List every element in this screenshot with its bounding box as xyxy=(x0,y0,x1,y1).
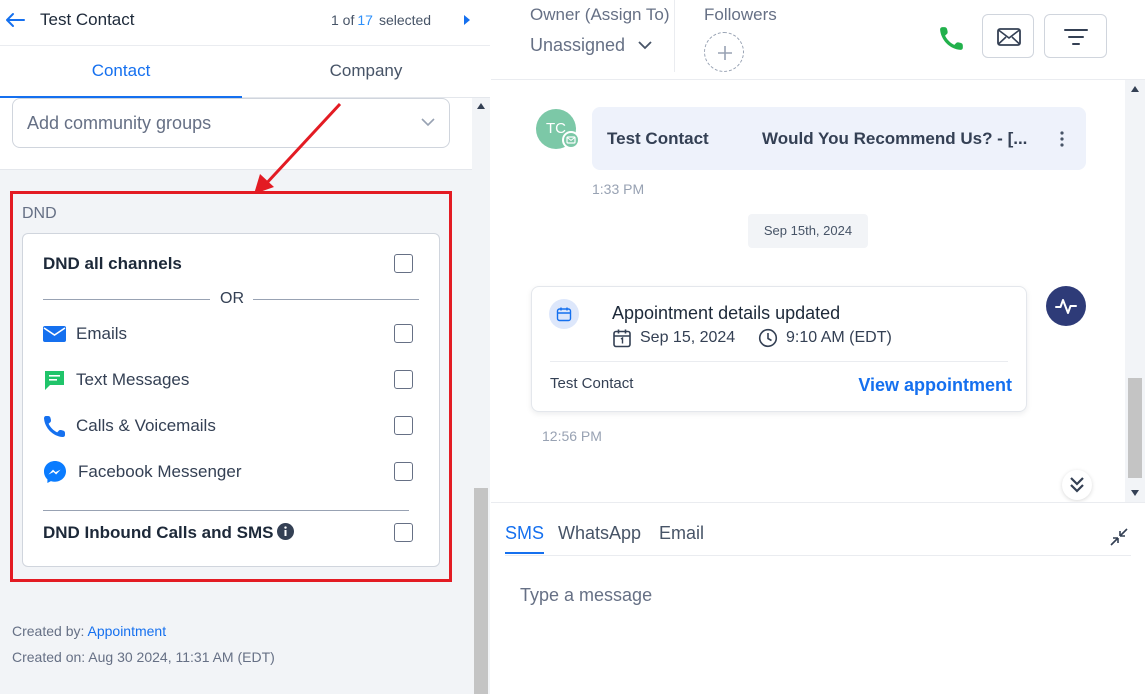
appointment-card: Appointment details updated Sep 15, 2024… xyxy=(531,286,1027,412)
kebab-menu-icon[interactable] xyxy=(1054,129,1070,149)
appointment-contact: Test Contact xyxy=(550,375,634,392)
selected-count: 17 xyxy=(357,12,373,28)
followers-label: Followers xyxy=(704,5,777,24)
tab-contact[interactable]: Contact xyxy=(0,46,242,98)
created-on-value: Aug 30 2024, 11:31 AM (EDT) xyxy=(88,649,275,665)
appointment-title: Appointment details updated xyxy=(612,303,841,323)
message-input[interactable] xyxy=(505,575,1125,615)
dnd-channel-label: Calls & Voicemails xyxy=(76,416,216,435)
email-badge-icon xyxy=(562,131,580,149)
activity-icon[interactable] xyxy=(1046,286,1086,326)
facebook-messenger-checkbox[interactable] xyxy=(394,462,413,481)
filter-button[interactable] xyxy=(1044,14,1107,58)
community-groups-select[interactable]: Add community groups xyxy=(12,98,450,148)
view-appointment-link[interactable]: View appointment xyxy=(858,375,1012,396)
contact-topbar: Test Contact 1 of 17 selected xyxy=(0,0,490,46)
dnd-section-label: DND xyxy=(22,205,57,222)
community-section: Add community groups xyxy=(0,98,472,170)
dnd-inbound-label: DND Inbound Calls and SMS xyxy=(43,523,274,542)
back-arrow-icon[interactable] xyxy=(4,10,26,30)
dnd-inbound-checkbox[interactable] xyxy=(394,523,413,542)
tab-sms[interactable]: SMS xyxy=(505,523,545,554)
appointment-timestamp: 12:56 PM xyxy=(542,428,602,444)
emails-checkbox[interactable] xyxy=(394,324,413,343)
chevron-down-icon[interactable] xyxy=(638,40,652,50)
mail-icon xyxy=(997,28,1021,46)
dnd-all-channels-row: DND all channels xyxy=(43,250,419,278)
calendar-date-icon xyxy=(613,329,631,348)
next-record-icon[interactable] xyxy=(462,14,472,26)
scroll-down-icon[interactable] xyxy=(1130,489,1140,497)
details-tabs: Contact Company xyxy=(0,46,490,98)
scroll-up-icon[interactable] xyxy=(1130,85,1140,93)
tab-email[interactable]: Email xyxy=(659,523,704,552)
dnd-channel-facebook-messenger: Facebook Messenger xyxy=(43,458,419,486)
details-scrollbar-thumb[interactable] xyxy=(474,488,488,694)
info-icon[interactable] xyxy=(277,523,295,540)
dnd-all-channels-label: DND all channels xyxy=(43,254,182,273)
email-button[interactable] xyxy=(982,14,1034,58)
dnd-card: DND all channels OR Emails Text Messages… xyxy=(22,233,440,567)
message-composer: SMS WhatsApp Email xyxy=(491,502,1145,694)
tab-company[interactable]: Company xyxy=(245,46,487,98)
tab-whatsapp[interactable]: WhatsApp xyxy=(558,523,641,552)
message-timestamp: 1:33 PM xyxy=(592,181,645,197)
email-message-bubble[interactable]: Test Contact Would You Recommend Us? - [… xyxy=(592,107,1086,170)
dnd-channel-label: Text Messages xyxy=(76,370,190,389)
add-follower-button[interactable] xyxy=(704,32,744,72)
contact-name: Test Contact xyxy=(40,10,135,29)
conversation-scrollbar-thumb[interactable] xyxy=(1128,378,1142,478)
date-divider: Sep 15th, 2024 xyxy=(748,214,868,248)
dnd-channel-label: Emails xyxy=(76,324,128,343)
or-label: OR xyxy=(220,290,244,307)
dnd-all-channels-checkbox[interactable] xyxy=(394,254,413,273)
email-icon xyxy=(43,326,66,342)
message-sender: Test Contact xyxy=(607,129,709,148)
created-on: Created on: Aug 30 2024, 11:31 AM (EDT) xyxy=(12,649,275,665)
conversation-header: Owner (Assign To) Unassigned Followers xyxy=(491,0,1145,80)
owner-select[interactable]: Unassigned xyxy=(530,35,625,56)
filter-icon xyxy=(1064,29,1088,45)
created-by: Created by: Appointment xyxy=(12,623,167,639)
details-scroll-area: Add community groups DND DND all channel… xyxy=(0,98,472,694)
chevron-down-icon xyxy=(421,118,435,127)
appointment-date: Sep 15, 2024 xyxy=(640,329,736,346)
messenger-icon xyxy=(44,461,66,483)
call-phone-icon[interactable] xyxy=(939,25,965,51)
clock-icon xyxy=(758,328,778,348)
scroll-up-icon[interactable] xyxy=(476,102,486,110)
appointment-time: 9:10 AM (EDT) xyxy=(786,329,892,346)
dnd-divider xyxy=(43,510,409,511)
calendar-icon xyxy=(549,299,579,329)
dnd-channel-label: Facebook Messenger xyxy=(78,462,242,481)
dnd-channel-calls: Calls & Voicemails xyxy=(43,412,419,440)
text-messages-checkbox[interactable] xyxy=(394,370,413,389)
dnd-channel-emails: Emails xyxy=(43,320,419,348)
owner-label: Owner (Assign To) xyxy=(530,5,670,24)
contact-details-panel: Test Contact 1 of 17 selected Contact Comp… xyxy=(0,0,490,694)
sms-icon xyxy=(45,371,64,390)
dnd-channel-text-messages: Text Messages xyxy=(43,366,419,394)
conversation-scrollbar[interactable] xyxy=(1125,80,1145,502)
phone-icon xyxy=(44,416,65,437)
community-groups-placeholder: Add community groups xyxy=(27,113,212,133)
conversation-panel: Owner (Assign To) Unassigned Followers T… xyxy=(491,0,1145,694)
scroll-to-bottom-icon[interactable] xyxy=(1062,470,1092,500)
message-subject: Would You Recommend Us? - [... xyxy=(762,129,1028,148)
minimize-icon[interactable] xyxy=(1109,527,1129,547)
plus-icon xyxy=(718,46,732,60)
details-scrollbar[interactable] xyxy=(472,98,490,694)
created-by-link[interactable]: Appointment xyxy=(88,623,167,639)
record-pager: 1 of 17 selected xyxy=(331,12,432,28)
dnd-inbound-row: DND Inbound Calls and SMS xyxy=(43,519,419,547)
calls-voicemails-checkbox[interactable] xyxy=(394,416,413,435)
conversation-thread: TC Test Contact Would You Recommend Us? … xyxy=(491,80,1125,502)
or-separator: OR xyxy=(43,290,419,308)
